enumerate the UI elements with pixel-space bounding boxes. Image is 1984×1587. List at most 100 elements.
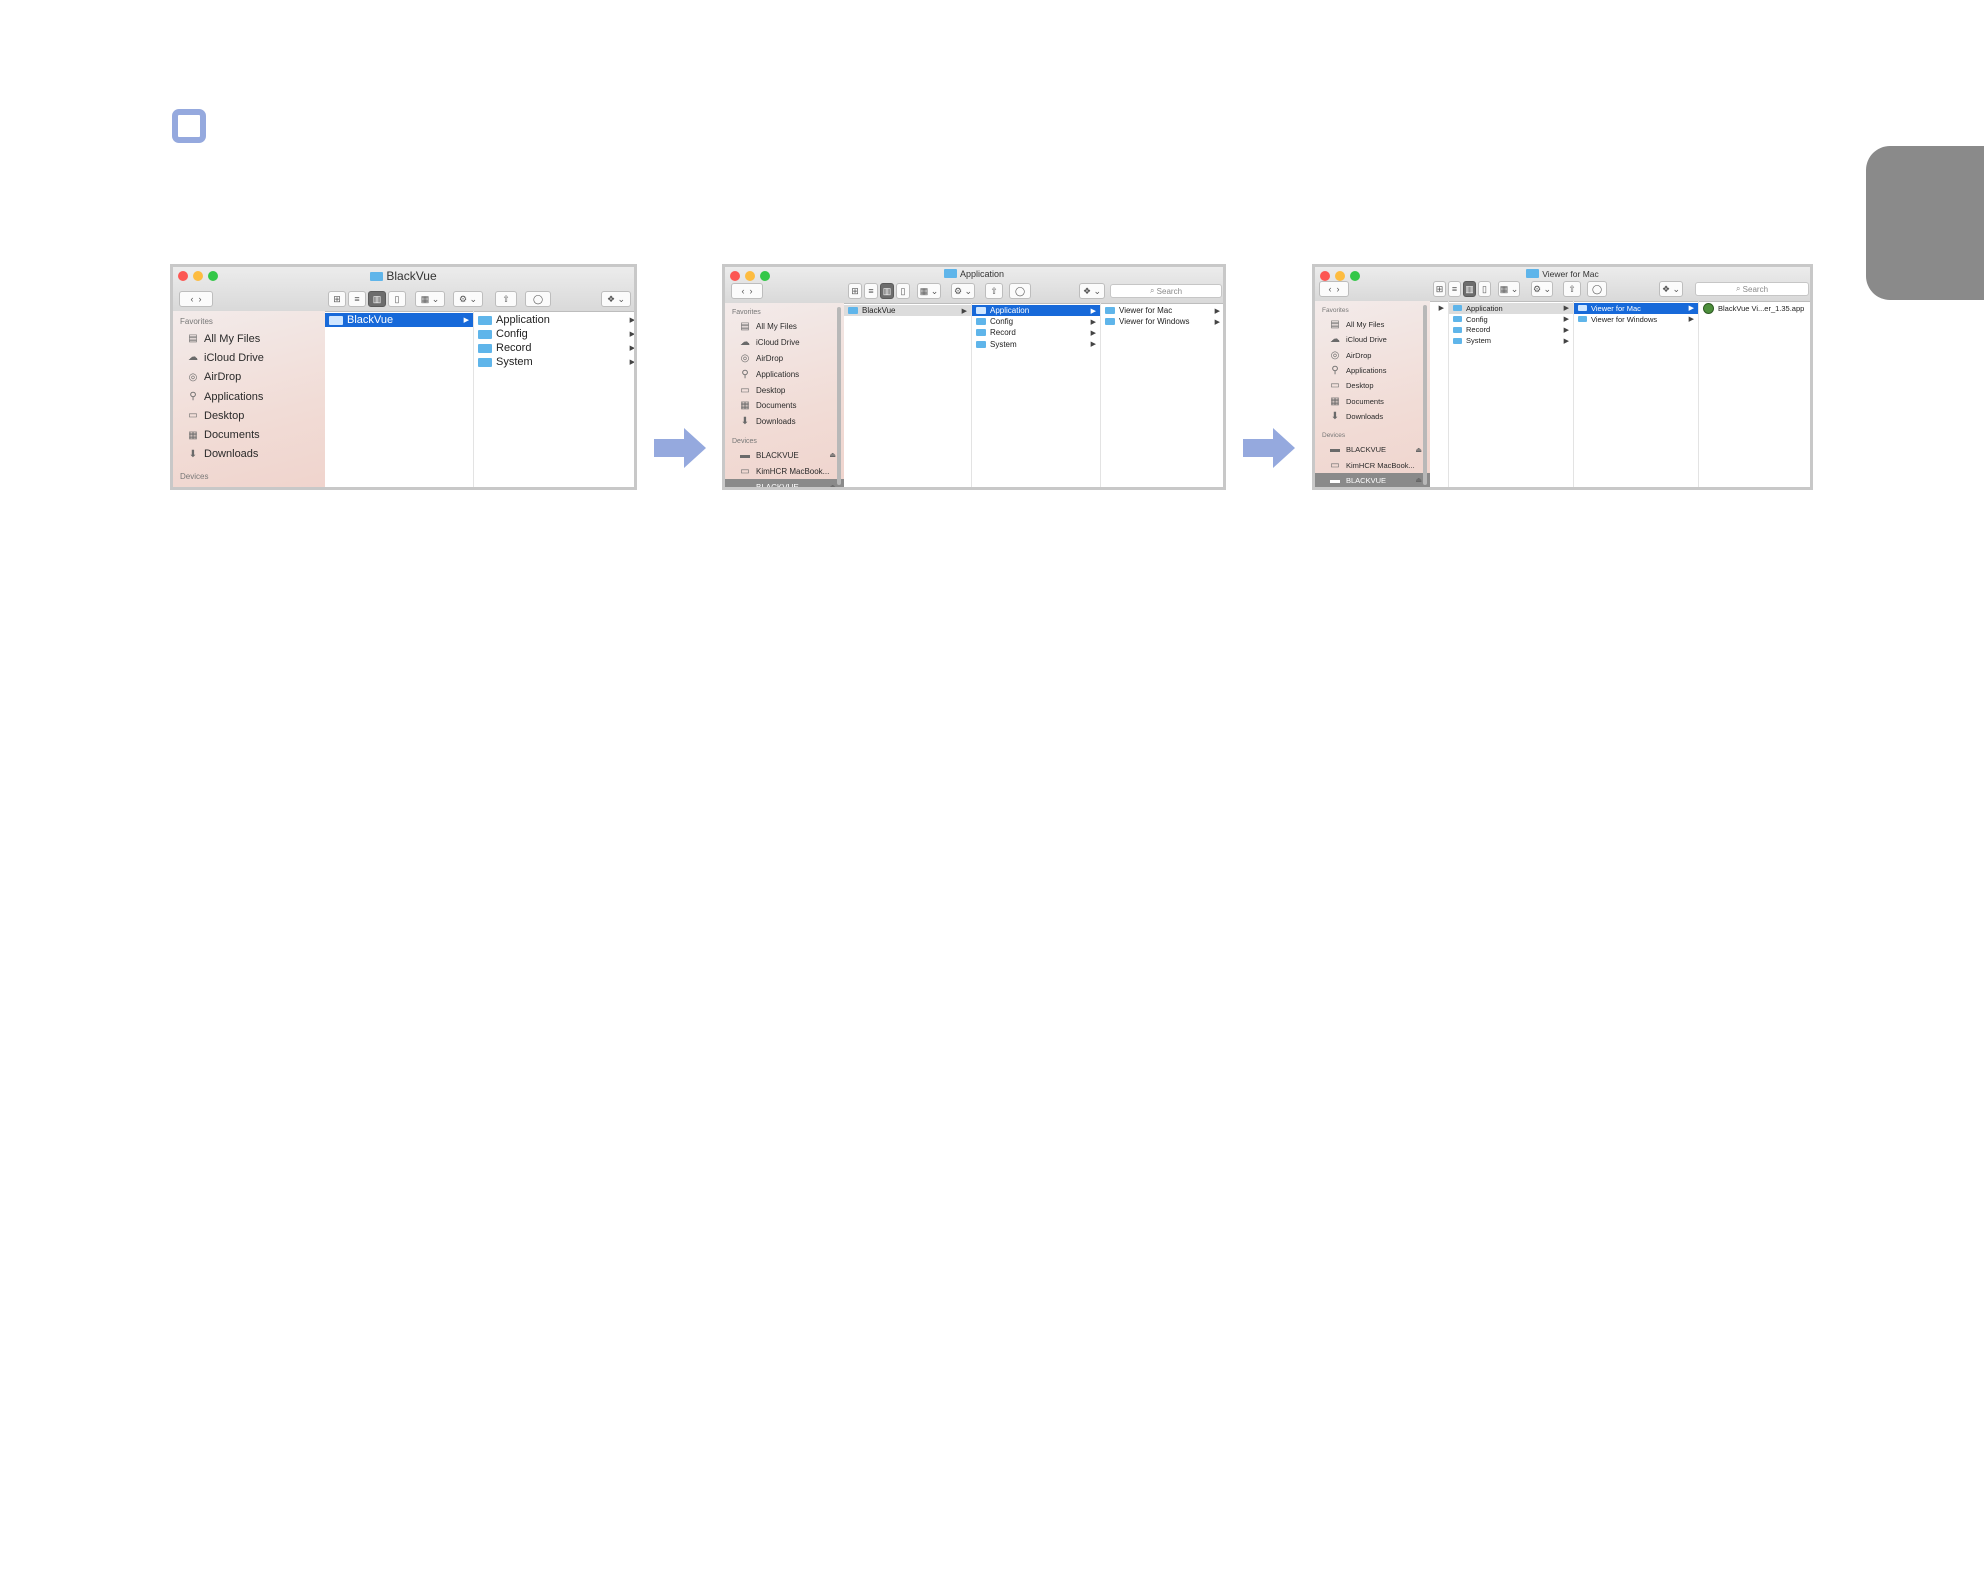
file-row[interactable]: BlackVue Vi...er_1.35.app (1699, 302, 1810, 314)
list-view-button[interactable]: ≡ (1448, 281, 1461, 297)
column-view-button[interactable]: ▥ (1463, 281, 1476, 297)
folder-row[interactable]: Viewer for Mac ▶ (1101, 305, 1223, 316)
sidebar-item-airdrop[interactable]: ◎ AirDrop (173, 368, 325, 387)
eject-icon[interactable]: ⏏ (1415, 476, 1422, 484)
column-view-button[interactable]: ▥ (880, 283, 894, 299)
sidebar-device-blackvue[interactable]: ▬ BLACKVUE ⏏ (725, 479, 844, 487)
chevron-left-icon[interactable]: ‹ (741, 286, 744, 296)
sidebar-item-all-my-files[interactable]: ▤ All My Files (1315, 317, 1430, 332)
folder-row[interactable]: Record ▶ (474, 341, 634, 355)
dropbox-button[interactable]: ❖ ⌄ (601, 291, 631, 307)
arrange-button[interactable]: ▦ ⌄ (917, 283, 941, 299)
airdrop-icon: ◎ (1330, 349, 1340, 361)
cover-flow-button[interactable]: ▯ (1478, 281, 1491, 297)
arrange-button[interactable]: ▦ ⌄ (1498, 281, 1520, 297)
arrange-button[interactable]: ▦ ⌄ (415, 291, 445, 307)
folder-row[interactable]: Viewer for Windows ▶ (1101, 316, 1223, 327)
window-title-text: BlackVue (386, 269, 437, 283)
folder-row[interactable]: BlackVue ▶ (844, 305, 971, 317)
sidebar-item-documents[interactable]: ▦ Documents (173, 425, 325, 444)
eject-icon[interactable]: ⏏ (829, 483, 836, 487)
folder-row[interactable]: Record ▶ (972, 327, 1100, 338)
sidebar-item-downloads[interactable]: ⬇ Downloads (173, 445, 325, 464)
cloud-icon: ☁ (188, 352, 198, 364)
back-forward-buttons[interactable]: ‹ › (179, 291, 213, 307)
sidebar-item-applications[interactable]: ⚲ Applications (1315, 363, 1430, 378)
share-button[interactable]: ⇧ (495, 291, 517, 307)
sidebar-item-documents[interactable]: ▦ Documents (725, 398, 844, 414)
eject-icon[interactable]: ⏏ (829, 451, 836, 459)
disclosure-arrow-icon: ▶ (1438, 305, 1444, 313)
icon-view-button[interactable]: ⊞ (328, 291, 346, 307)
row-label: System (1466, 336, 1492, 346)
sidebar-device-blackvue[interactable]: ▬ BLACKVUE ⏏ (1315, 472, 1430, 487)
folder-row[interactable]: Application ▶ (1449, 303, 1573, 314)
folder-row[interactable]: Record ▶ (1449, 325, 1573, 336)
share-button[interactable]: ⇧ (985, 283, 1003, 299)
sidebar-item-airdrop[interactable]: ◎ AirDrop (1315, 348, 1430, 363)
folder-row[interactable]: ▶ (1430, 303, 1448, 314)
eject-icon[interactable]: ⏏ (1415, 446, 1422, 454)
sidebar-item-all-my-files[interactable]: ▤ All My Files (173, 329, 325, 348)
chevron-right-icon[interactable]: › (750, 286, 753, 296)
sidebar-item-desktop[interactable]: ▭ Desktop (173, 406, 325, 425)
sidebar-item-label: Downloads (204, 448, 259, 461)
action-button[interactable]: ⚙ ⌄ (951, 283, 975, 299)
sidebar-item-all-my-files[interactable]: ▤ All My Files (725, 319, 844, 335)
sidebar-device-kimhcr-macbook[interactable]: ▭ KimHCR MacBook... (1315, 457, 1430, 472)
folder-row[interactable]: System ▶ (474, 355, 634, 369)
back-forward-buttons[interactable]: ‹ › (1319, 281, 1349, 297)
tags-button[interactable]: ◯ (525, 291, 551, 307)
folder-row[interactable]: Config ▶ (1449, 314, 1573, 325)
chevron-left-icon[interactable]: ‹ (190, 294, 193, 304)
action-button[interactable]: ⚙ ⌄ (1531, 281, 1553, 297)
cover-flow-button[interactable]: ▯ (896, 283, 910, 299)
sidebar-item-downloads[interactable]: ⬇ Downloads (1315, 409, 1430, 424)
laptop-icon: ▭ (740, 465, 750, 477)
folder-row[interactable]: Viewer for Mac ▶ (1574, 303, 1698, 314)
icon-view-button[interactable]: ⊞ (848, 283, 862, 299)
sidebar-item-applications[interactable]: ⚲ Applications (725, 366, 844, 382)
sidebar-item-desktop[interactable]: ▭ Desktop (725, 382, 844, 398)
sidebar-item-icloud-drive[interactable]: ☁ iCloud Drive (725, 335, 844, 351)
browser-column: Viewer for Mac ▶ Viewer for Windows ▶ (1101, 303, 1223, 487)
chevron-right-icon[interactable]: › (199, 294, 202, 304)
sidebar-device-blackvue[interactable]: ▬ BLACKVUE ⏏ (725, 448, 844, 464)
sidebar-item-documents[interactable]: ▦ Documents (1315, 393, 1430, 408)
column-view-button[interactable]: ▥ (368, 291, 386, 307)
sidebar-device-blackvue[interactable]: ▬ BLACKVUE ⏏ (1315, 442, 1430, 457)
folder-row[interactable]: Application ▶ (474, 313, 634, 327)
list-view-button[interactable]: ≡ (864, 283, 878, 299)
tags-button[interactable]: ◯ (1587, 281, 1607, 297)
sidebar-item-desktop[interactable]: ▭ Desktop (1315, 378, 1430, 393)
folder-row[interactable]: System ▶ (972, 339, 1100, 350)
folder-row[interactable]: Application ▶ (972, 305, 1100, 317)
chevron-right-icon[interactable]: › (1337, 284, 1340, 294)
dropbox-button[interactable]: ❖ ⌄ (1659, 281, 1683, 297)
folder-row[interactable]: Config ▶ (474, 327, 634, 341)
sidebar-item-airdrop[interactable]: ◎ AirDrop (725, 351, 844, 367)
folder-row[interactable]: Viewer for Windows ▶ (1574, 314, 1698, 325)
step-checkbox[interactable] (172, 109, 206, 143)
list-view-button[interactable]: ≡ (348, 291, 366, 307)
sidebar-item-downloads[interactable]: ⬇ Downloads (725, 414, 844, 430)
sidebar-item-icloud-drive[interactable]: ☁ iCloud Drive (1315, 332, 1430, 347)
chevron-left-icon[interactable]: ‹ (1328, 284, 1331, 294)
sidebar-scrollbar[interactable] (837, 307, 841, 485)
share-button[interactable]: ⇧ (1563, 281, 1581, 297)
tags-button[interactable]: ◯ (1009, 283, 1031, 299)
sidebar-device-kimhcr-macbook[interactable]: ▭ KimHCR MacBook... (725, 463, 844, 479)
search-input[interactable]: ⌕ Search (1110, 284, 1222, 298)
folder-row[interactable]: System ▶ (1449, 335, 1573, 346)
icon-view-button[interactable]: ⊞ (1433, 281, 1446, 297)
search-input[interactable]: ⌕ Search (1695, 282, 1809, 296)
folder-row[interactable]: BlackVue ▶ (325, 313, 473, 327)
action-button[interactable]: ⚙ ⌄ (453, 291, 483, 307)
sidebar-item-icloud-drive[interactable]: ☁ iCloud Drive (173, 348, 325, 367)
sidebar-scrollbar[interactable] (1423, 305, 1427, 485)
sidebar-item-applications[interactable]: ⚲ Applications (173, 387, 325, 406)
dropbox-button[interactable]: ❖ ⌄ (1079, 283, 1105, 299)
folder-row[interactable]: Config ▶ (972, 316, 1100, 327)
back-forward-buttons[interactable]: ‹ › (731, 283, 763, 299)
cover-flow-button[interactable]: ▯ (388, 291, 406, 307)
